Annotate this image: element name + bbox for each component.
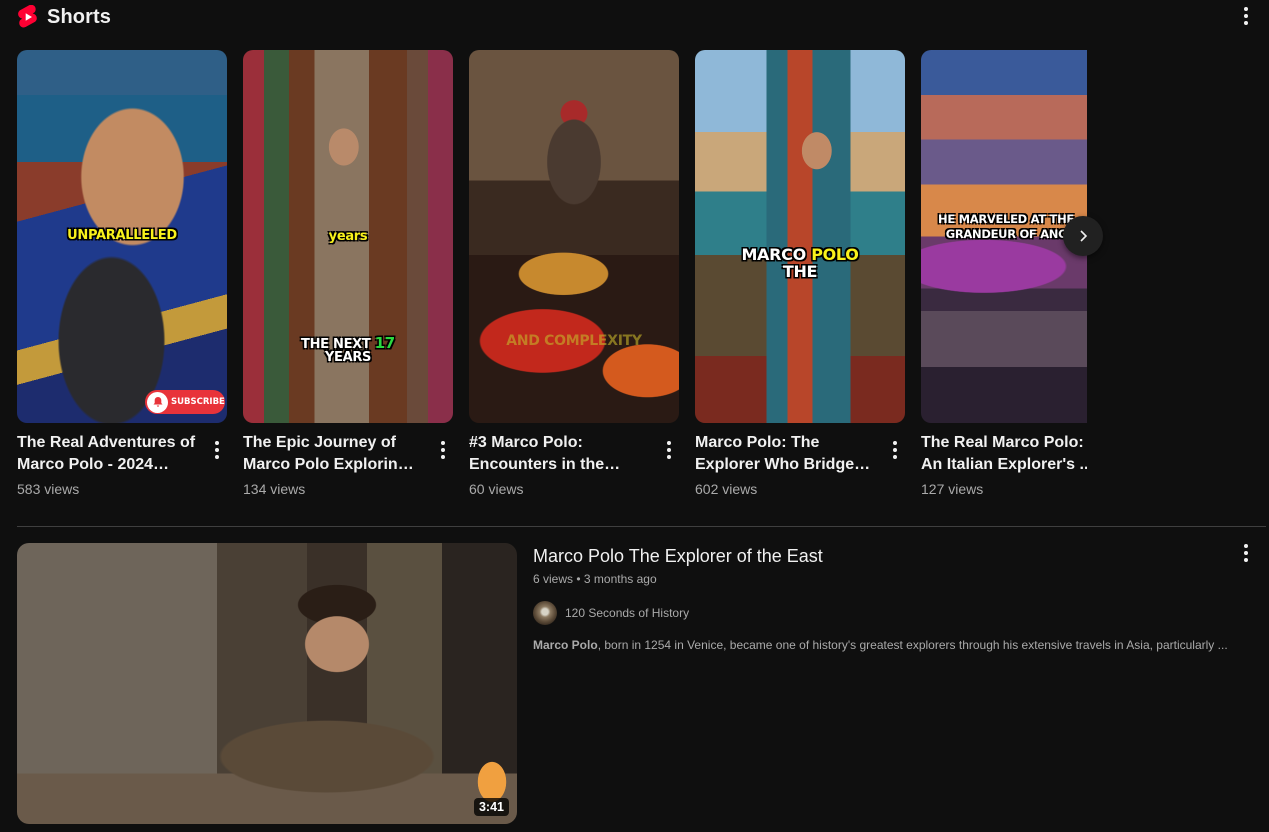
short-card[interactable]: HE MARVELED AT THE GRANDEUR OF ANC The R… (921, 50, 1087, 499)
short-menu-button[interactable] (883, 438, 907, 462)
more-vert-icon-dot (1244, 551, 1248, 555)
short-overlay-caption: AND COMPLEXITY (506, 333, 642, 349)
shorts-section-menu-button[interactable] (1234, 4, 1258, 28)
video-views: 6 views (533, 572, 574, 586)
short-title[interactable]: Marco Polo: The Explorer Who Bridged ... (695, 432, 875, 476)
short-meta: The Real Marco Polo: An Italian Explorer… (921, 432, 1087, 499)
channel-avatar[interactable] (533, 601, 557, 625)
more-vert-icon (1244, 544, 1248, 548)
short-views: 127 views (921, 481, 984, 497)
more-vert-icon-dot (441, 455, 445, 459)
short-overlay-caption: years (328, 229, 368, 244)
short-views: 134 views (243, 481, 306, 497)
short-views: 60 views (469, 481, 524, 497)
shorts-section-title: Shorts (47, 5, 111, 28)
short-title[interactable]: The Epic Journey of Marco Polo Exploring… (243, 432, 423, 476)
short-views: 583 views (17, 481, 80, 497)
more-vert-icon-dot (893, 448, 897, 452)
youtube-shorts-logo-icon (18, 5, 37, 28)
short-thumbnail[interactable]: AND COMPLEXITY (469, 50, 679, 423)
short-menu-button[interactable] (431, 438, 455, 462)
bell-icon (147, 391, 168, 413)
short-menu-button[interactable] (657, 438, 681, 462)
short-menu-button[interactable] (205, 438, 229, 462)
short-thumbnail[interactable]: UNPARALLELED SUBSCRIBE (17, 50, 227, 423)
video-thumbnail[interactable]: 3:41 (17, 543, 517, 824)
shorts-shelf: UNPARALLELED SUBSCRIBE The Real Adventur… (17, 50, 1087, 510)
section-divider (17, 526, 1266, 527)
short-meta: Marco Polo: The Explorer Who Bridged ...… (695, 432, 905, 499)
more-vert-icon (1244, 7, 1248, 11)
more-vert-icon-dot (441, 448, 445, 452)
more-vert-icon (441, 441, 445, 445)
short-overlay-caption: THE (782, 262, 818, 281)
more-vert-icon-dot (1244, 14, 1248, 18)
channel-row[interactable]: 120 Seconds of History (533, 601, 1233, 625)
more-vert-icon-dot (667, 448, 671, 452)
shorts-section-header: Shorts (18, 4, 111, 30)
short-title[interactable]: The Real Adventures of Marco Polo - 2024… (17, 432, 197, 476)
short-meta: The Real Adventures of Marco Polo - 2024… (17, 432, 227, 499)
more-vert-icon-dot (215, 455, 219, 459)
video-description: Marco Polo, born in 1254 in Venice, beca… (533, 638, 1233, 652)
short-thumbnail[interactable]: MARCO POLO THE (695, 50, 905, 423)
video-duration-badge: 3:41 (473, 798, 509, 816)
more-vert-icon-dot (667, 455, 671, 459)
video-menu-button[interactable] (1234, 541, 1258, 565)
video-age: 3 months ago (583, 572, 657, 586)
short-overlay-caption: HE MARVELED AT THE (938, 212, 1074, 226)
stats-separator: • (576, 572, 581, 586)
short-overlay-caption: YEARS (324, 350, 372, 365)
chevron-right-icon (1080, 230, 1088, 242)
short-meta: The Epic Journey of Marco Polo Exploring… (243, 432, 453, 499)
more-vert-icon (893, 441, 897, 445)
short-views: 602 views (695, 481, 758, 497)
video-description-keyword: Marco Polo (533, 638, 598, 652)
short-title[interactable]: The Real Marco Polo: An Italian Explorer… (921, 432, 1087, 476)
short-title[interactable]: #3 Marco Polo: Encounters in the East... (469, 432, 649, 476)
more-vert-icon-dot (215, 448, 219, 452)
video-info: Marco Polo The Explorer of the East 6 vi… (533, 543, 1233, 652)
more-vert-icon (667, 441, 671, 445)
short-overlay-highlight: 17 (374, 334, 396, 352)
short-thumbnail[interactable]: years THE NEXT 17 YEARS (243, 50, 453, 423)
short-card[interactable]: AND COMPLEXITY #3 Marco Polo: Encounters… (469, 50, 679, 499)
short-card[interactable]: UNPARALLELED SUBSCRIBE The Real Adventur… (17, 50, 227, 499)
video-title[interactable]: Marco Polo The Explorer of the East (533, 543, 1233, 569)
short-card[interactable]: MARCO POLO THE Marco Polo: The Explorer … (695, 50, 905, 499)
more-vert-icon (215, 441, 219, 445)
more-vert-icon-dot (893, 455, 897, 459)
shelf-next-button[interactable] (1063, 216, 1103, 256)
video-stats: 6 views • 3 months ago (533, 570, 1233, 588)
subscribe-badge: SUBSCRIBE (145, 390, 225, 414)
channel-name[interactable]: 120 Seconds of History (565, 606, 689, 620)
short-meta: #3 Marco Polo: Encounters in the East...… (469, 432, 679, 499)
page: Shorts UNPARALLELED SUBSCRIBE The Real A… (0, 0, 1269, 832)
short-overlay-caption: UNPARALLELED (67, 228, 177, 243)
subscribe-badge-label: SUBSCRIBE (171, 397, 225, 407)
video-description-text: , born in 1254 in Venice, became one of … (597, 638, 1228, 652)
more-vert-icon-dot (1244, 21, 1248, 25)
short-card[interactable]: years THE NEXT 17 YEARS The Epic Journey… (243, 50, 453, 499)
more-vert-icon-dot (1244, 558, 1248, 562)
short-overlay-highlight: POLO (811, 245, 859, 264)
